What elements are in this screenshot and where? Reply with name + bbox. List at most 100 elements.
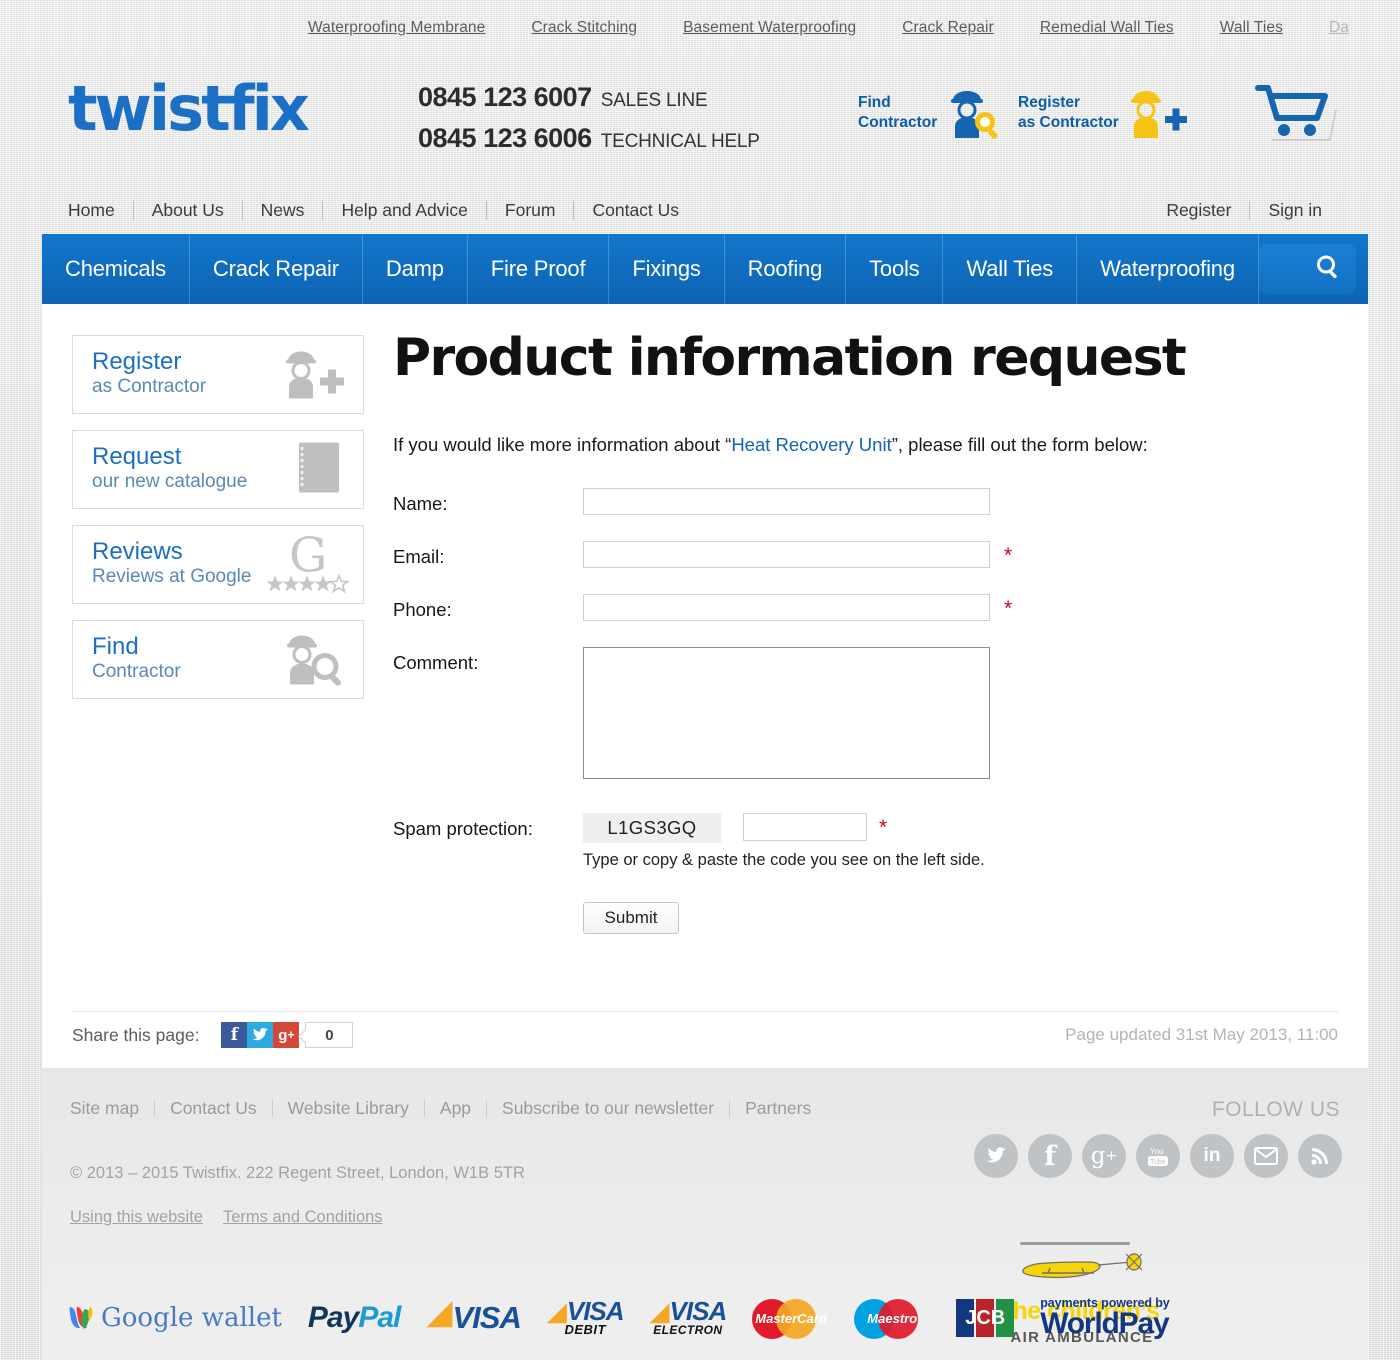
footer-link-contact-us[interactable]: Contact Us — [155, 1098, 272, 1119]
subnav-item-help-and-advice[interactable]: Help and Advice — [323, 200, 485, 221]
subnav-item-about-us[interactable]: About Us — [134, 200, 242, 221]
sidebar-card-find[interactable]: Find Contractor — [72, 620, 364, 699]
rss-icon[interactable] — [1298, 1134, 1342, 1178]
sidebar-card-register[interactable]: Register as Contractor — [72, 335, 364, 414]
catalogue-icon — [287, 437, 349, 502]
share-row: Share this page: f g + 0 Page updated 31s… — [72, 1020, 1338, 1050]
register-contractor-line1: Register — [1018, 94, 1081, 112]
footer-link-using-this-website[interactable]: Using this website — [70, 1208, 203, 1227]
nav-item-tools[interactable]: Tools — [846, 234, 944, 304]
captcha-input[interactable] — [743, 813, 867, 841]
search-input[interactable] — [1258, 244, 1356, 294]
top-keyword-links: Waterproofing Membrane Crack Stitching B… — [0, 0, 1400, 56]
footer-link-partners[interactable]: Partners — [730, 1098, 826, 1119]
google-wallet-label: Google wallet — [101, 1303, 282, 1333]
top-link-5[interactable]: Wall Ties — [1220, 19, 1283, 37]
visa-label: VISA — [452, 1300, 522, 1335]
top-link-2[interactable]: Basement Waterproofing — [683, 19, 856, 37]
product-link[interactable]: Heat Recovery Unit — [731, 434, 891, 455]
top-link-0[interactable]: Waterproofing Membrane — [308, 19, 485, 37]
nav-item-wall-ties[interactable]: Wall Ties — [943, 234, 1078, 304]
nav-item-fire-proof[interactable]: Fire Proof — [468, 234, 610, 304]
visa-electron-logo: ◢VISA ELECTRON — [649, 1295, 728, 1337]
social-icons: f g + You Tube in — [974, 1134, 1342, 1178]
intro-after: ”, please fill out the form below: — [891, 434, 1148, 455]
top-link-3[interactable]: Crack Repair — [902, 19, 994, 37]
visa-logo: ◢ VISA — [426, 1293, 522, 1335]
linkedin-icon[interactable]: in — [1190, 1134, 1234, 1178]
svg-text:G: G — [289, 531, 327, 583]
email-icon[interactable] — [1244, 1134, 1288, 1178]
page-title: Product information request — [393, 328, 1187, 388]
footer-link-subscribe-newsletter[interactable]: Subscribe to our newsletter — [487, 1098, 729, 1119]
facebook-icon[interactable]: f — [1028, 1134, 1072, 1178]
mastercard-label: MasterCard — [755, 1311, 827, 1326]
email-input[interactable] — [583, 541, 990, 568]
youtube-icon[interactable]: You Tube — [1136, 1134, 1180, 1178]
shopping-cart-icon — [1255, 85, 1337, 141]
nav-item-fixings[interactable]: Fixings — [609, 234, 725, 304]
phone-row-sales: 0845 123 6007 SALES LINE — [418, 82, 760, 113]
name-input[interactable] — [583, 488, 990, 515]
register-contractor-header-button[interactable]: Register as Contractor — [1018, 86, 1189, 140]
footer-link-website-library[interactable]: Website Library — [273, 1098, 424, 1119]
sidebar-card-reviews[interactable]: Reviews Reviews at Google G — [72, 525, 364, 604]
intro-text: If you would like more information about… — [393, 434, 1333, 456]
twitter-icon[interactable] — [974, 1134, 1018, 1178]
subnav-item-news[interactable]: News — [243, 200, 323, 221]
footer-link-site-map[interactable]: Site map — [70, 1098, 154, 1119]
form-row-spam-protection: Spam protection: L1GS3GQ * — [393, 813, 1333, 843]
phone-label: Phone: — [393, 599, 452, 620]
page-updated-text: Page updated 31st May 2013, 11:00 — [1065, 1025, 1338, 1044]
contractor-search-icon — [277, 628, 349, 691]
googleplus-share-icon[interactable]: g + — [273, 1022, 300, 1048]
jcb-label: JCB — [965, 1307, 1006, 1329]
mastercard-logo: MasterCard — [752, 1296, 828, 1340]
paypal-logo: PayPal — [307, 1301, 401, 1334]
share-count: 0 — [305, 1022, 354, 1048]
subnav-item-contact-us[interactable]: Contact Us — [574, 200, 697, 221]
spam-protection-label: Spam protection: — [393, 818, 533, 839]
subnav-item-register[interactable]: Register — [1148, 200, 1249, 221]
captcha-required-marker: * — [879, 816, 888, 839]
shopping-cart-button[interactable] — [1252, 78, 1338, 148]
sidebar-card-request[interactable]: Request our new catalogue — [72, 430, 364, 509]
subnav-item-sign-in[interactable]: Sign in — [1250, 200, 1340, 221]
subnav-item-home[interactable]: Home — [68, 200, 133, 221]
form-row-email: Email: * — [393, 541, 1333, 568]
googleplus-icon[interactable]: g + — [1082, 1134, 1126, 1178]
top-link-1[interactable]: Crack Stitching — [531, 19, 637, 37]
top-link-6[interactable]: Da — [1329, 19, 1349, 37]
email-required-marker: * — [1004, 544, 1013, 567]
nav-item-chemicals[interactable]: Chemicals — [42, 234, 190, 304]
nav-item-damp[interactable]: Damp — [363, 234, 468, 304]
facebook-share-icon[interactable]: f — [221, 1022, 248, 1048]
svg-text:You: You — [1150, 1147, 1164, 1156]
comment-textarea[interactable] — [583, 647, 990, 779]
site-logo[interactable]: twistfix — [68, 78, 310, 140]
footer-link-app[interactable]: App — [425, 1098, 486, 1119]
phone-input[interactable] — [583, 594, 990, 621]
form-row-phone: Phone: * — [393, 594, 1333, 621]
twitter-share-icon[interactable] — [247, 1022, 274, 1048]
submit-button[interactable]: Submit — [583, 902, 679, 934]
find-contractor-header-button[interactable]: Find Contractor — [858, 86, 1003, 140]
phone-row-technical: 0845 123 6006 TECHNICAL HELP — [418, 123, 760, 154]
nav-item-roofing[interactable]: Roofing — [725, 234, 847, 304]
captcha-code: L1GS3GQ — [583, 813, 721, 843]
footer-link-terms-and-conditions[interactable]: Terms and Conditions — [223, 1208, 383, 1227]
divider — [72, 1011, 1338, 1012]
maestro-label: Maestro — [867, 1311, 918, 1326]
main-column: Product information request If you would… — [393, 328, 1333, 934]
subnav-item-forum[interactable]: Forum — [487, 200, 574, 221]
footer-links: Site map Contact Us Website Library App … — [70, 1098, 826, 1119]
register-contractor-line2: as Contractor — [1018, 114, 1119, 131]
nav-item-waterproofing[interactable]: Waterproofing — [1077, 234, 1259, 304]
copyright-text: © 2013 – 2015 Twistfix. 222 Regent Stree… — [70, 1164, 525, 1182]
visa-debit-logo: ◢VISA DEBIT — [546, 1295, 625, 1337]
product-information-form: Name: Email: * Phone: * Comment: Spam pr… — [393, 488, 1333, 934]
top-link-4[interactable]: Remedial Wall Ties — [1040, 19, 1174, 37]
jcb-logo: JCB — [956, 1299, 1015, 1337]
nav-item-crack-repair[interactable]: Crack Repair — [190, 234, 363, 304]
helicopter-icon — [1020, 1242, 1143, 1279]
